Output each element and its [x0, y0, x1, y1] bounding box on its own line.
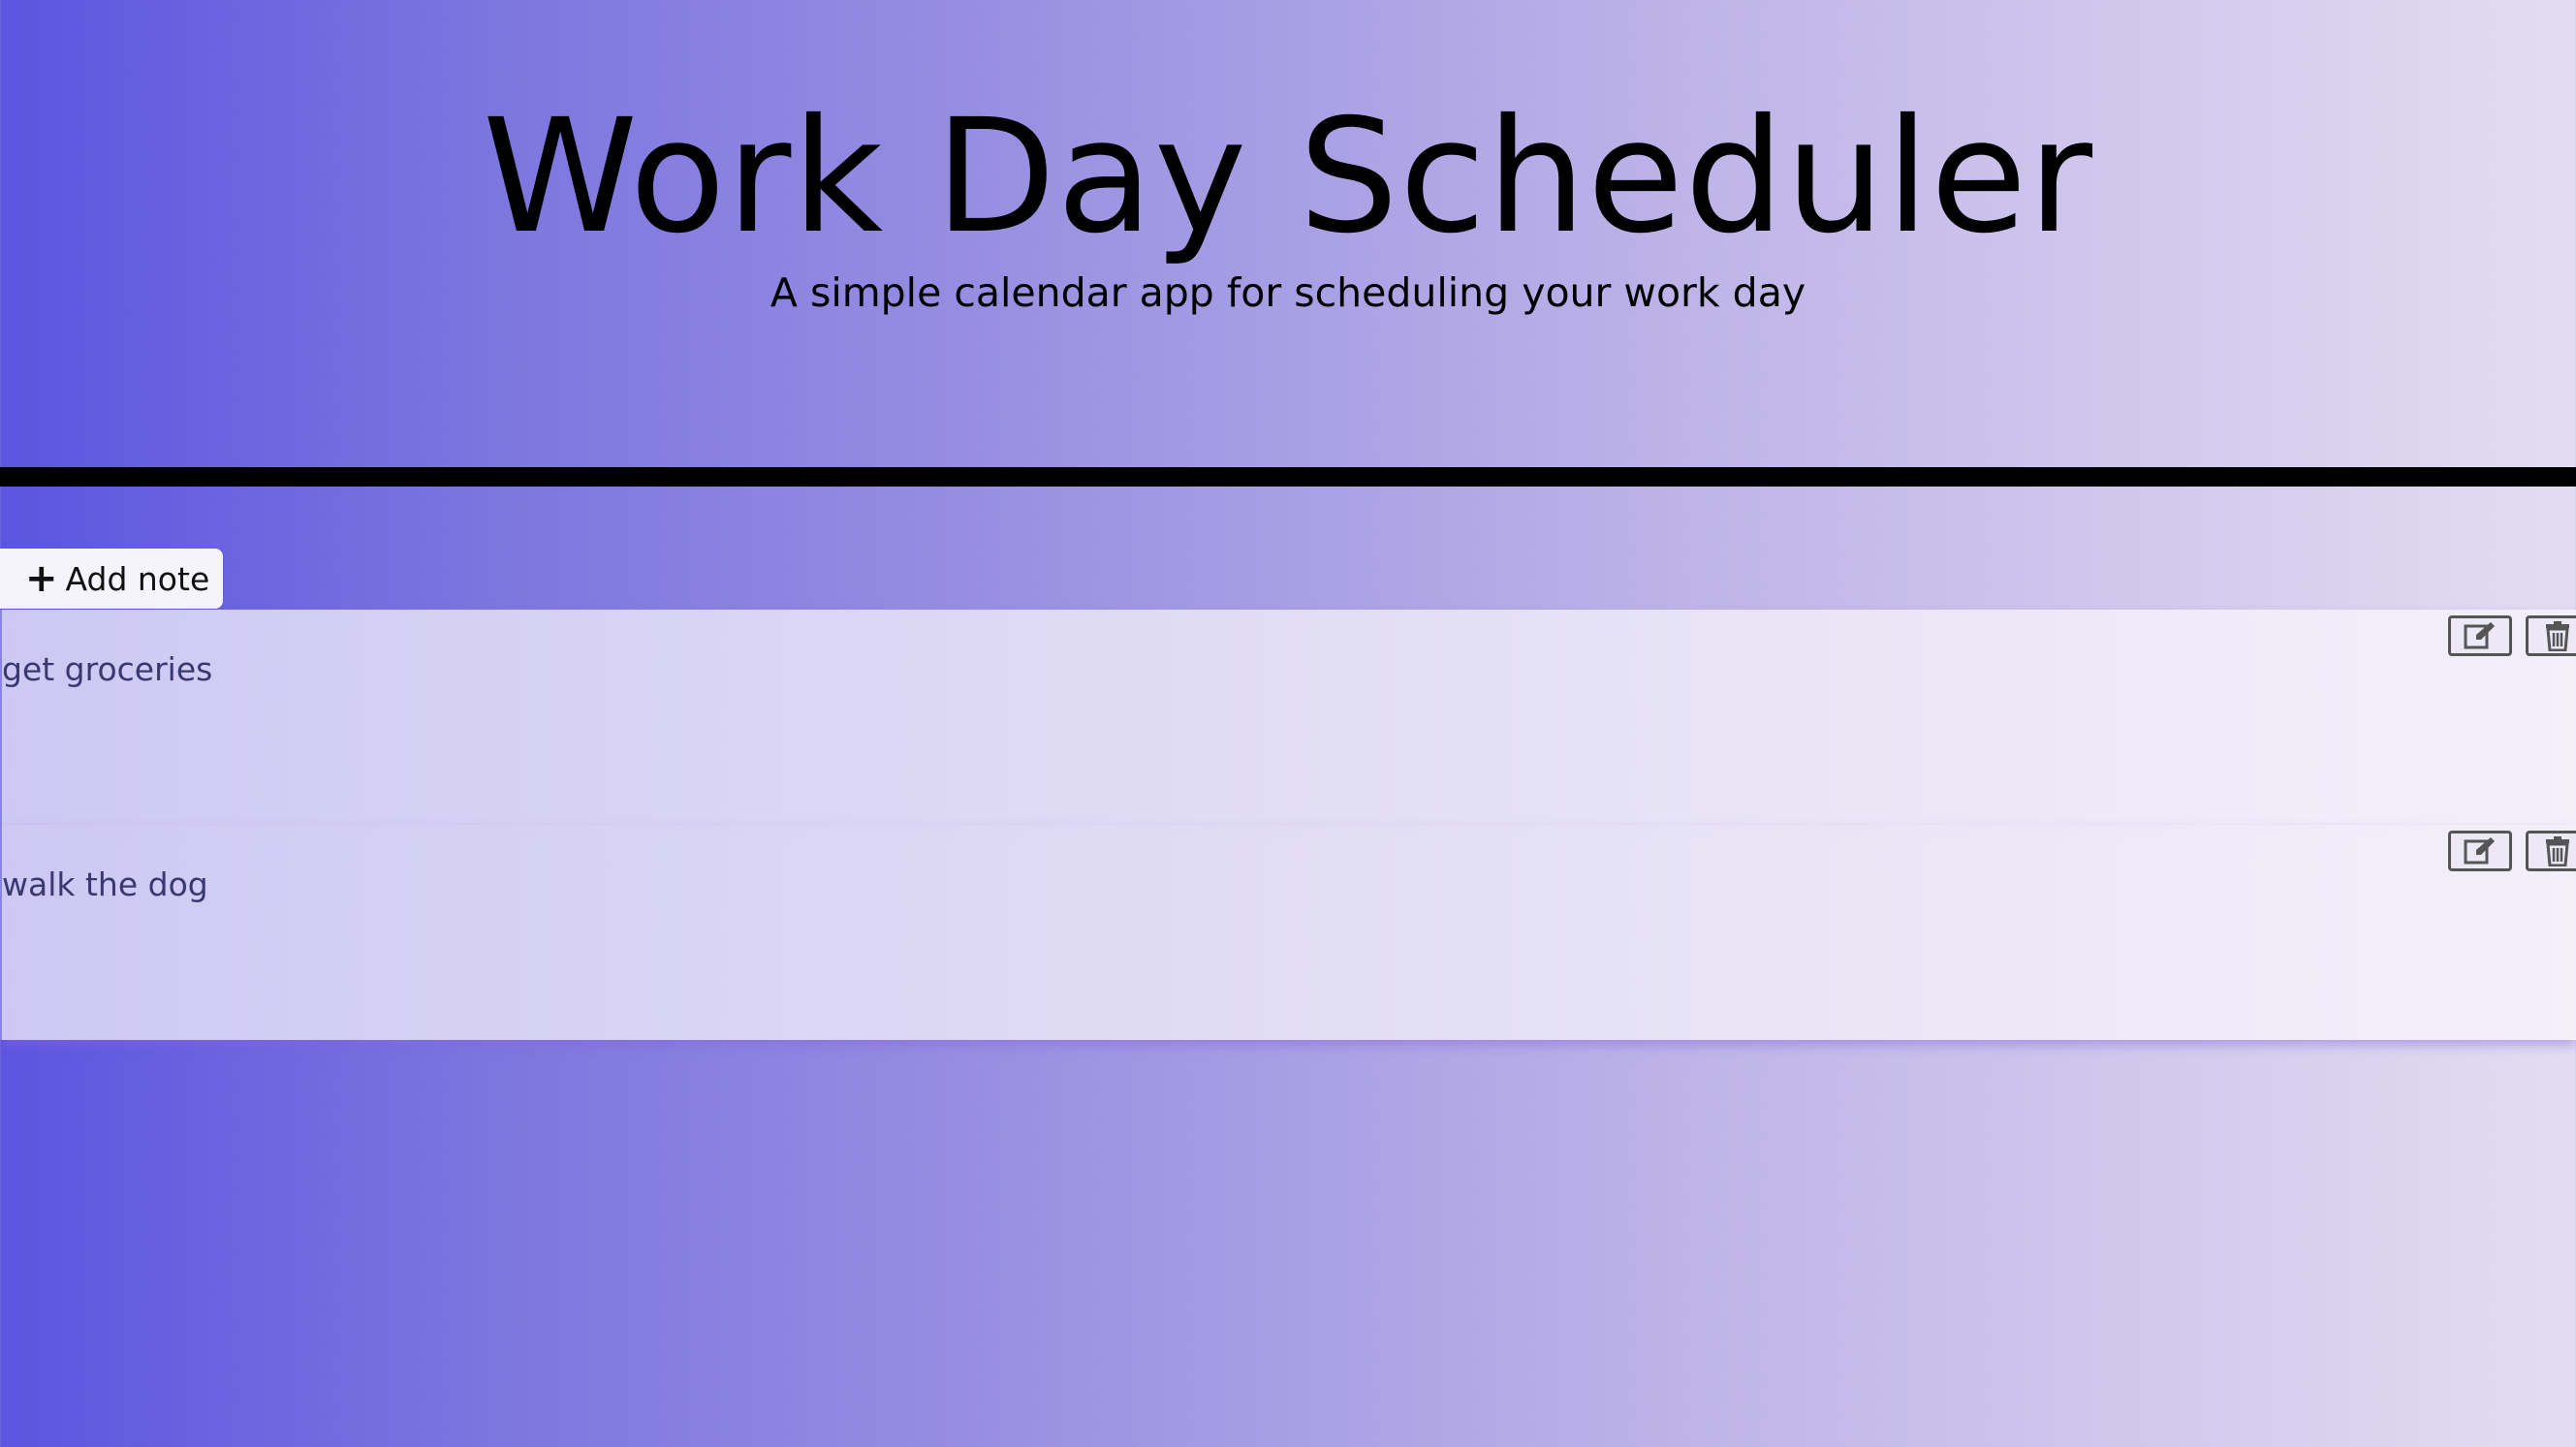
- note-item[interactable]: get groceries: [0, 610, 2576, 825]
- trash-icon: [2546, 621, 2569, 651]
- page-header: Work Day Scheduler A simple calendar app…: [0, 0, 2576, 467]
- header-divider: [0, 467, 2576, 487]
- edit-icon: [2464, 622, 2495, 649]
- trash-icon: [2546, 836, 2569, 866]
- edit-icon: [2464, 837, 2495, 865]
- note-actions: [2448, 615, 2576, 656]
- note-actions: [2448, 831, 2576, 871]
- note-item[interactable]: walk the dog: [0, 825, 2576, 1040]
- add-note-label: Add note: [65, 559, 210, 598]
- note-text[interactable]: get groceries: [2, 648, 212, 691]
- add-note-button[interactable]: + Add note: [0, 549, 223, 609]
- page-subtitle: A simple calendar app for scheduling you…: [770, 269, 1806, 316]
- page-title: Work Day Scheduler: [482, 86, 2094, 268]
- delete-note-button[interactable]: [2526, 831, 2576, 871]
- delete-note-button[interactable]: [2526, 615, 2576, 656]
- note-text[interactable]: walk the dog: [2, 864, 208, 906]
- edit-note-button[interactable]: [2448, 831, 2512, 871]
- plus-icon: +: [25, 556, 58, 601]
- edit-note-button[interactable]: [2448, 615, 2512, 656]
- notes-list: get groceries walk the dog: [0, 610, 2576, 1040]
